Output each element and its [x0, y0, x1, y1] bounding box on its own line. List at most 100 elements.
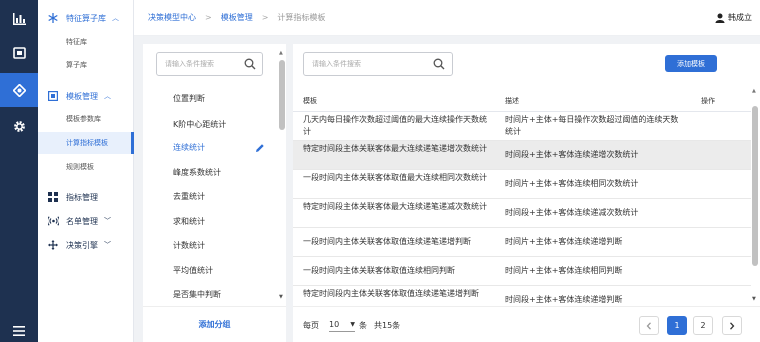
column-header-actions: 操作 — [701, 97, 715, 105]
nav-settings-icon[interactable] — [0, 109, 38, 143]
template-search — [303, 52, 453, 76]
sidebar-group-feature-operator[interactable]: 特征算子库 ︿ — [38, 6, 134, 30]
cell-description: 时间片+主体+每日操作次数超过阈值的连续天数统计 — [505, 115, 679, 136]
scroll-up-icon[interactable]: ▲ — [752, 88, 756, 94]
sidebar-group-indicator-manage[interactable]: 指标管理 — [38, 185, 134, 209]
nav-model-icon[interactable] — [0, 73, 38, 107]
cell-description: 时间片+主体+客体连续相同次数统计 — [505, 179, 639, 188]
table-row[interactable]: 一段时间内主体关联客体取值连续递笔递增判断 时间片+主体+客体连续递增判断 — [293, 228, 751, 257]
template-search-input[interactable] — [304, 53, 424, 75]
sidebar: 特征算子库 ︿ 特征库 算子库 模板管理 ︿ 模板参数库 计算指标模板 规则模板… — [38, 0, 134, 342]
category-item[interactable]: 计数统计 — [173, 239, 273, 253]
breadcrumb-template-manage[interactable]: 模板管理 — [221, 12, 253, 23]
table-row[interactable]: 一段时间内主体关联客体取值最大连续相同次数统计 时间片+主体+客体连续相同次数统… — [293, 170, 751, 199]
page-size-select[interactable]: 10 ▼ — [329, 320, 355, 332]
chevron-left-icon — [646, 321, 651, 330]
prev-page-button[interactable] — [639, 316, 659, 335]
sidebar-item-template-params[interactable]: 模板参数库 — [38, 108, 134, 130]
snowflake-icon — [48, 13, 60, 23]
move-arrows-icon — [48, 240, 60, 250]
sidebar-item-operator-lib[interactable]: 算子库 — [38, 54, 134, 76]
total-count: 共15条 — [374, 321, 401, 330]
cell-description: 时间段+主体+客体连续递减次数统计 — [505, 208, 639, 217]
sidebar-group-label: 模板管理 — [66, 91, 98, 101]
chevron-down-icon: ﹀ — [104, 241, 111, 249]
category-panel: ▲ ▼ 位置判断 K阶中心距统计 连续统计 峰度系数统计 去重统计 求和统计 计… — [143, 44, 286, 342]
category-item[interactable]: 平均值统计 — [173, 264, 273, 278]
search-icon[interactable] — [433, 58, 445, 70]
cell-template: 一段时间内主体关联客体取值最大连续相同次数统计 — [303, 173, 487, 182]
edit-pencil-icon[interactable] — [255, 143, 265, 153]
scroll-down-icon[interactable]: ▼ — [279, 294, 283, 300]
category-item[interactable]: 求和统计 — [173, 215, 273, 229]
cell-template: 一段时间内主体关联客体取值连续递笔递增判断 — [303, 237, 471, 246]
chevron-up-icon: ︿ — [112, 14, 119, 22]
table-row[interactable]: 特定时间段内主体关联客体取值连续递笔递增判断 时间段+主体+客体连续递增判断 — [293, 286, 751, 306]
table-header: 模板 描述 操作 — [293, 88, 751, 112]
search-icon[interactable] — [244, 58, 256, 70]
broadcast-icon — [48, 216, 60, 226]
category-item[interactable]: 位置判断 — [173, 92, 273, 106]
breadcrumb: 决策模型中心 > 模板管理 > 计算指标模板 韩成立 — [134, 0, 760, 36]
sidebar-item-feature-lib[interactable]: 特征库 — [38, 31, 134, 53]
sidebar-group-template-manage[interactable]: 模板管理 ︿ — [38, 84, 134, 108]
category-search — [156, 52, 263, 76]
add-group-button[interactable]: 添加分组 — [143, 306, 286, 342]
sidebar-group-list-manage[interactable]: 名单管理 ﹀ — [38, 209, 134, 233]
cell-template: 特定时间段主体关联客体最大连续递笔递增次数统计 — [303, 144, 487, 153]
template-panel: 添加模板 模板 描述 操作 几天内每日操作次数超过阈值的最大连续操作天数统计 时… — [293, 44, 760, 342]
cell-template: 一段时间内主体关联客体取值连续相同判断 — [303, 266, 455, 275]
category-item[interactable]: K阶中心距统计 — [173, 118, 273, 132]
table-scrollbar[interactable]: ▲ ▼ — [752, 88, 759, 302]
chevron-right-icon — [730, 321, 735, 330]
table-row[interactable]: 特定时间段主体关联客体最大连续递笔递减次数统计 时间段+主体+客体连续递减次数统… — [293, 199, 751, 228]
sidebar-item-rule-template[interactable]: 规则模板 — [38, 156, 134, 178]
category-item-label: 连续统计 — [173, 143, 205, 152]
category-item-active[interactable]: 连续统计 — [173, 141, 273, 155]
table-row[interactable]: 特定时间段主体关联客体最大连续递笔递增次数统计 时间段+主体+客体连续递增次数统… — [293, 141, 751, 170]
sidebar-group-label: 决策引擎 — [66, 240, 98, 250]
table-row[interactable]: 一段时间内主体关联客体取值连续相同判断 时间片+主体+客体连续相同判断 — [293, 257, 751, 286]
caret-down-icon: ▼ — [350, 321, 355, 328]
page-size-unit: 条 — [359, 321, 367, 330]
breadcrumb-current: 计算指标模板 — [277, 13, 326, 22]
scroll-down-icon[interactable]: ▼ — [752, 296, 756, 302]
page-button-1[interactable]: 1 — [667, 316, 687, 335]
chevron-up-icon: ︿ — [104, 92, 111, 100]
category-item[interactable]: 峰度系数统计 — [173, 166, 273, 180]
add-template-button[interactable]: 添加模板 — [665, 55, 717, 72]
cell-description: 时间片+主体+客体连续相同判断 — [505, 266, 623, 275]
nav-monitor-icon[interactable] — [0, 36, 38, 70]
scrollbar-thumb[interactable] — [279, 60, 285, 130]
category-scrollbar[interactable]: ▲ ▼ — [279, 50, 285, 300]
cell-description: 时间段+主体+客体连续递增次数统计 — [505, 150, 639, 159]
cell-template: 特定时间段主体关联客体最大连续递笔递减次数统计 — [303, 202, 487, 211]
sidebar-group-decision-engine[interactable]: 决策引擎 ﹀ — [38, 233, 134, 257]
category-search-input[interactable] — [157, 53, 237, 75]
sidebar-group-label: 指标管理 — [66, 192, 98, 202]
column-header-description: 描述 — [505, 97, 519, 105]
cell-description: 时间段+主体+客体连续递增判断 — [505, 295, 623, 304]
category-item[interactable]: 是否集中判断 — [173, 288, 273, 302]
cell-template: 特定时间段内主体关联客体取值连续递笔递增判断 — [303, 289, 479, 298]
user-name: 韩成立 — [728, 13, 752, 22]
pagination: 每页 10 ▼ 条 共15条 1 2 — [293, 306, 760, 342]
category-item[interactable]: 去重统计 — [173, 190, 273, 204]
nav-dashboard-icon[interactable] — [0, 2, 38, 36]
user-menu[interactable]: 韩成立 — [715, 12, 752, 23]
sidebar-item-calc-indicator-template[interactable]: 计算指标模板 — [38, 132, 134, 154]
page-size-value: 10 — [329, 320, 340, 329]
page-button-2[interactable]: 2 — [693, 316, 713, 335]
scrollbar-thumb[interactable] — [752, 106, 758, 266]
column-header-template: 模板 — [303, 97, 317, 105]
table-row[interactable]: 几天内每日操作次数超过阈值的最大连续操作天数统计 时间片+主体+每日操作次数超过… — [293, 112, 751, 141]
next-page-button[interactable] — [722, 316, 742, 335]
breadcrumb-decision-center[interactable]: 决策模型中心 — [148, 12, 196, 23]
user-icon — [715, 13, 725, 23]
breadcrumb-separator: > — [261, 13, 269, 22]
menu-toggle-icon[interactable] — [0, 314, 38, 342]
scroll-up-icon[interactable]: ▲ — [279, 50, 283, 56]
sidebar-group-label: 名单管理 — [66, 216, 98, 226]
breadcrumb-separator: > — [205, 13, 212, 22]
icon-rail — [0, 0, 38, 342]
